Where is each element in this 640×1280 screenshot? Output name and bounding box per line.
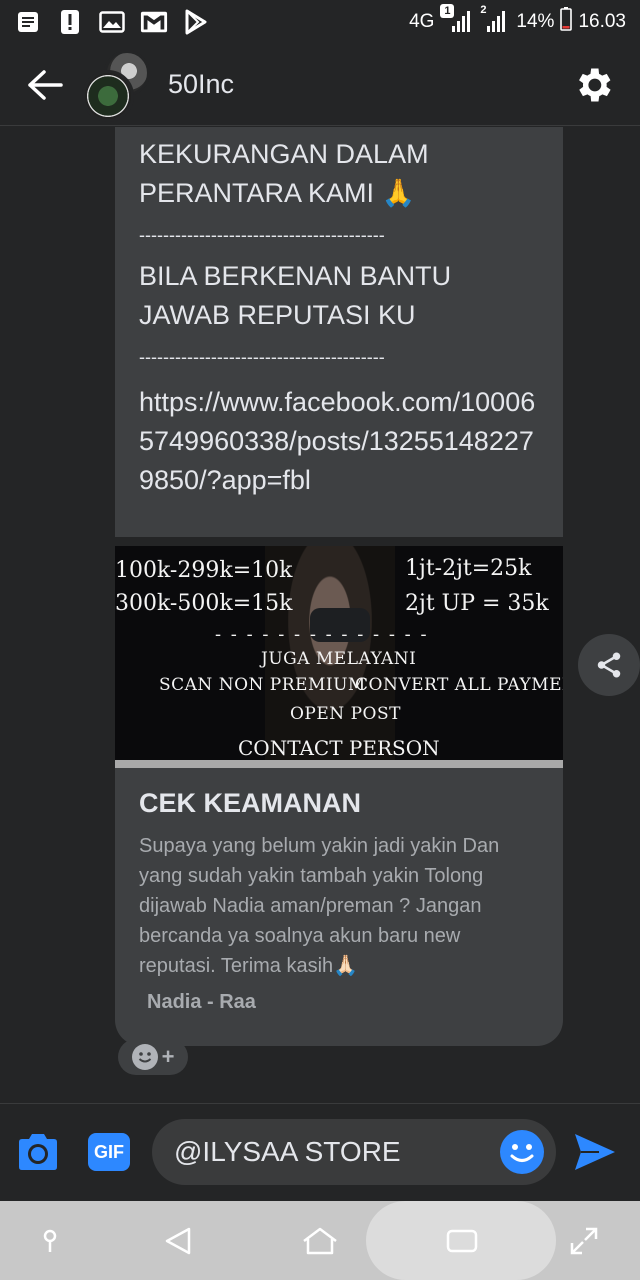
separator-line: ----------------------------------------… [139, 225, 385, 245]
add-reaction-button[interactable]: + [118, 1039, 188, 1075]
message-bubble[interactable]: KEKURANGAN DALAM PERANTARA KAMI 🙏 ------… [115, 127, 563, 537]
home-icon [303, 1227, 337, 1255]
image-caption: CONVERT ALL PAYMENT [355, 675, 563, 695]
price-text: 100k-299k=10k [115, 558, 293, 583]
notes-icon [14, 9, 42, 35]
recents-icon [446, 1229, 478, 1253]
preview-author: Nadia - Raa [147, 991, 256, 1013]
message-line: JAWAB REPUTASI KU [139, 300, 416, 330]
preview-body: CEK KEAMANAN Supaya yang belum yakin jad… [115, 768, 563, 1014]
chat-header: 50Inc [0, 44, 640, 126]
message-line: BILA BERKENAN BANTU [139, 261, 452, 291]
avatar [82, 69, 134, 122]
price-text: 300k-500k=15k [115, 591, 293, 616]
nav-expand-button[interactable] [560, 1217, 608, 1265]
emoji-button[interactable] [500, 1130, 544, 1174]
link-preview-card[interactable]: 100k-299k=10k 1jt-2jt=25k 300k-500k=15k … [115, 546, 563, 1046]
image-caption: JUGA MELAYANI [261, 649, 417, 669]
group-avatars[interactable] [80, 44, 160, 126]
gmail-icon [140, 9, 168, 35]
status-bar: 4G 1 2 14% 16.03 [0, 0, 640, 44]
send-icon [575, 1134, 615, 1170]
battery-icon [560, 7, 573, 37]
message-line: PERANTARA KAMI 🙏 [139, 178, 416, 208]
smiley-icon [510, 1144, 534, 1162]
chat-title[interactable]: 50Inc [168, 69, 234, 100]
gif-button[interactable]: GIF [88, 1133, 130, 1171]
message-input[interactable] [174, 1136, 494, 1168]
message-line: KEKURANGAN DALAM [139, 139, 429, 169]
clock: 16.03 [578, 11, 626, 32]
signal-sim1-icon: 1 [440, 4, 471, 34]
preview-title: CEK KEAMANAN [139, 788, 361, 818]
camera-button[interactable] [14, 1128, 62, 1176]
nav-back-button[interactable] [154, 1217, 202, 1265]
preview-image: 100k-299k=10k 1jt-2jt=25k 300k-500k=15k … [115, 546, 563, 768]
battery-percent: 14% [516, 11, 555, 32]
message-composer: GIF [0, 1103, 640, 1200]
image-caption: OPEN POST [290, 704, 401, 724]
plus-icon: + [161, 1044, 175, 1069]
preview-description: Supaya yang belum yakin jadi yakin Dan y… [139, 835, 500, 977]
network-type: 4G [409, 11, 435, 32]
gear-icon [579, 68, 611, 101]
camera-icon [19, 1134, 57, 1170]
settings-button[interactable] [570, 62, 616, 108]
price-text: 1jt-2jt=25k [405, 556, 532, 581]
smiley-icon [131, 1044, 158, 1070]
back-arrow-icon [28, 69, 63, 100]
pin-icon [43, 1229, 57, 1252]
signal-sim2-icon: 2 [480, 4, 510, 34]
expand-icon [570, 1227, 598, 1255]
price-text: 2jt UP = 35k [405, 591, 549, 616]
message-link[interactable]: https://www.facebook.com/100065749960338… [139, 383, 541, 500]
back-triangle-icon [165, 1227, 191, 1255]
message-list[interactable]: KEKURANGAN DALAM PERANTARA KAMI 🙏 ------… [0, 127, 640, 1103]
image-dashes: - - - - - - - - - - - - - - [215, 624, 429, 645]
alert-icon [56, 9, 84, 35]
image-caption: CONTACT PERSON [238, 736, 440, 760]
image-caption: SCAN NON PREMIUM [159, 675, 366, 695]
play-store-icon [182, 9, 210, 35]
nav-home-button[interactable] [296, 1217, 344, 1265]
back-button[interactable] [10, 44, 80, 126]
nav-recents-button[interactable] [438, 1217, 486, 1265]
share-icon [597, 652, 621, 678]
share-button[interactable] [578, 634, 640, 696]
nav-pin-button[interactable] [26, 1217, 74, 1265]
gallery-icon [98, 9, 126, 35]
system-nav-bar [0, 1201, 640, 1280]
message-input-wrapper [152, 1119, 556, 1185]
send-button[interactable] [572, 1129, 618, 1175]
separator-line: ----------------------------------------… [139, 347, 385, 367]
